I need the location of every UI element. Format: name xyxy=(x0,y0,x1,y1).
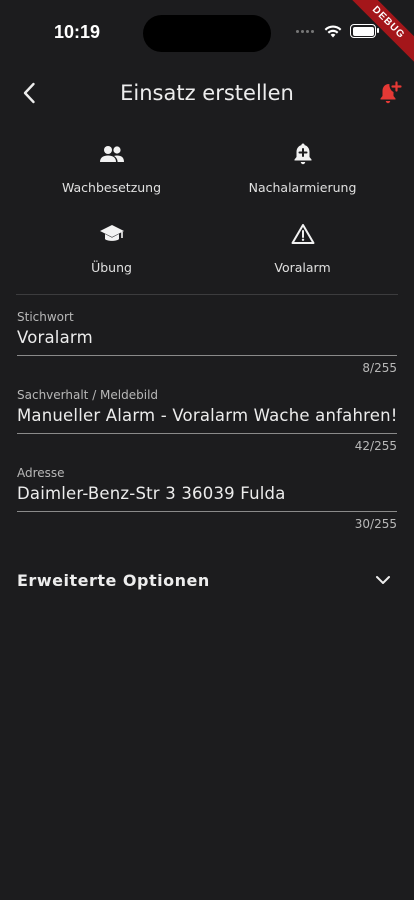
graduation-cap-icon xyxy=(99,220,125,248)
warning-triangle-icon xyxy=(291,220,315,248)
quick-action-label: Übung xyxy=(91,260,132,275)
extended-options-label: Erweiterte Optionen xyxy=(17,570,210,590)
quick-action-label: Wachbesetzung xyxy=(61,180,162,195)
status-bar: 10:19 xyxy=(0,0,414,66)
page-title: Einsatz erstellen xyxy=(120,81,294,105)
chevron-down-icon xyxy=(376,576,390,584)
stichwort-label: Stichwort xyxy=(17,310,74,324)
quick-action-label: Nachalarmierung xyxy=(248,180,357,195)
quick-action-nachalarmierung[interactable]: Nachalarmierung xyxy=(207,140,398,210)
bell-plus-icon xyxy=(380,81,402,104)
app-bar: Einsatz erstellen xyxy=(0,70,414,116)
wifi-icon xyxy=(324,24,342,37)
adresse-input[interactable]: Daimler-Benz-Str 3 36039 Fulda xyxy=(17,484,397,512)
extended-options-toggle[interactable]: Erweiterte Optionen xyxy=(17,568,397,592)
sachverhalt-counter: 42/255 xyxy=(354,439,397,453)
bell-plus-icon xyxy=(292,140,314,168)
quick-action-label: Voralarm xyxy=(274,260,331,275)
stichwort-input[interactable]: Voralarm xyxy=(17,328,397,356)
status-icons xyxy=(296,24,379,38)
add-alarm-button[interactable] xyxy=(376,79,404,107)
quick-action-uebung[interactable]: Übung xyxy=(16,220,207,290)
stichwort-field[interactable]: Stichwort Voralarm 8/255 xyxy=(17,310,397,375)
adresse-label: Adresse xyxy=(17,466,65,480)
divider xyxy=(16,294,398,295)
cellular-signal-icon xyxy=(296,29,314,33)
adresse-counter: 30/255 xyxy=(354,517,397,531)
quick-action-voralarm[interactable]: Voralarm xyxy=(207,220,398,290)
quick-action-wachbesetzung[interactable]: Wachbesetzung xyxy=(16,140,207,210)
battery-icon xyxy=(350,24,379,38)
adresse-field[interactable]: Adresse Daimler-Benz-Str 3 36039 Fulda 3… xyxy=(17,466,397,531)
sachverhalt-field[interactable]: Sachverhalt / Meldebild Manueller Alarm … xyxy=(17,388,397,453)
sachverhalt-input[interactable]: Manueller Alarm - Voralarm Wache anfahre… xyxy=(17,406,397,434)
people-icon xyxy=(99,140,125,168)
status-time: 10:19 xyxy=(54,22,101,42)
stichwort-counter: 8/255 xyxy=(362,361,397,375)
dynamic-island xyxy=(143,15,271,52)
sachverhalt-label: Sachverhalt / Meldebild xyxy=(17,388,159,402)
